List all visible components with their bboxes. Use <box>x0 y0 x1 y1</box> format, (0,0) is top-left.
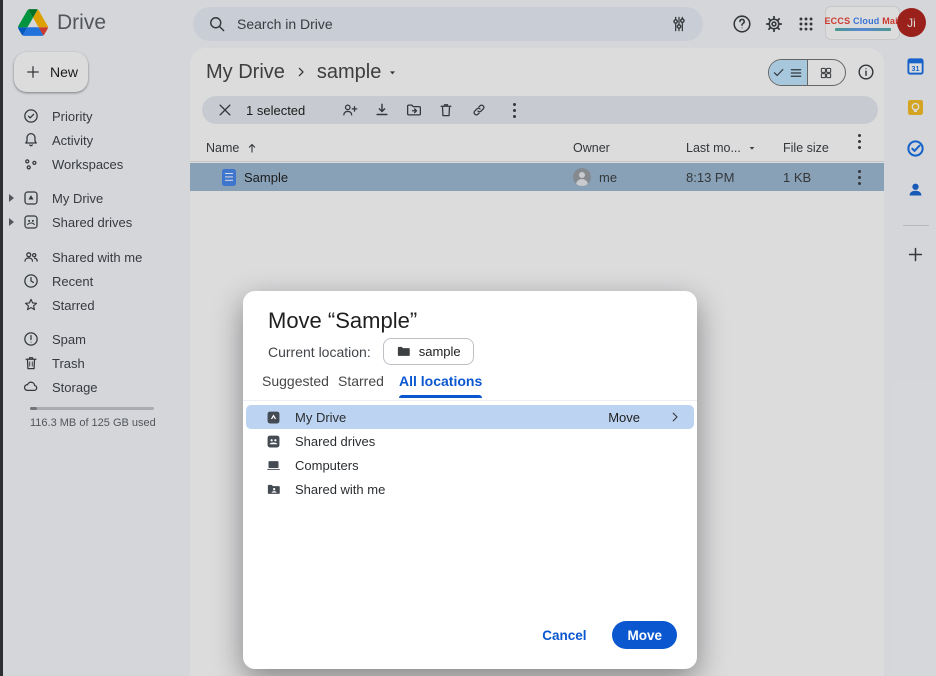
tab-all-locations[interactable]: All locations <box>399 373 482 398</box>
dialog-footer: Cancel Move <box>542 621 677 649</box>
cancel-button[interactable]: Cancel <box>542 628 586 643</box>
computers-icon <box>266 458 281 473</box>
tab-starred[interactable]: Starred <box>338 373 384 398</box>
folder-icon <box>396 344 411 359</box>
shared-folder-icon <box>266 482 281 497</box>
dialog-tabs: Suggested Starred All locations <box>243 371 697 401</box>
row-move-label[interactable]: Move <box>608 410 640 425</box>
shared-drives-icon <box>266 434 281 449</box>
location-list: My Drive Move Shared drives Computers Sh… <box>243 405 697 501</box>
my-drive-icon <box>266 410 281 425</box>
location-row-computers[interactable]: Computers <box>246 453 694 477</box>
location-row-shared-drives[interactable]: Shared drives <box>246 429 694 453</box>
dialog-title: Move “Sample” <box>268 308 417 334</box>
move-dialog: Move “Sample” Current location: sample S… <box>243 291 697 669</box>
move-button[interactable]: Move <box>612 621 677 649</box>
current-location-chip[interactable]: sample <box>383 338 474 365</box>
location-row-my-drive[interactable]: My Drive Move <box>246 405 694 429</box>
window-edge <box>0 0 3 676</box>
current-location-row: Current location: sample <box>268 338 474 365</box>
location-row-shared-with-me[interactable]: Shared with me <box>246 477 694 501</box>
current-location-label: Current location: <box>268 344 371 360</box>
chevron-right-icon[interactable] <box>668 410 682 424</box>
tab-suggested[interactable]: Suggested <box>262 373 329 398</box>
